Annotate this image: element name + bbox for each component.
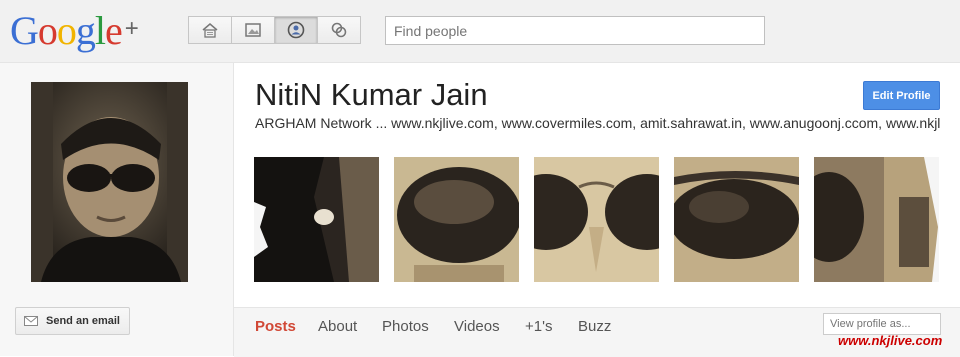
left-sidebar: Send an email [0,63,234,356]
home-icon [202,23,218,38]
logo-letter: G [10,8,39,53]
photo-strip [254,157,940,282]
tab-about[interactable]: About [318,318,357,335]
logo-plus: + [124,15,139,42]
profile-name: NitiN Kumar Jain [255,77,488,112]
nav-profile-button[interactable] [274,16,318,44]
logo-letter: o [56,8,77,53]
logo-letter: l [94,8,106,53]
nav-photos-button[interactable] [231,16,275,44]
mail-icon [24,316,38,326]
tab-buzz[interactable]: Buzz [578,318,611,335]
profile-photo-thumbnail[interactable] [534,157,659,282]
nav-home-button[interactable] [188,16,232,44]
send-email-label: Send an email [46,315,120,327]
profile-photo-thumbnail[interactable] [814,157,939,282]
main-nav [188,16,361,44]
top-bar: Google + [0,0,960,63]
tab-photos[interactable]: Photos [382,318,429,335]
profile-icon [287,21,305,39]
tab-plus-ones[interactable]: +1's [525,318,552,335]
tab-videos[interactable]: Videos [454,318,500,335]
photo-image [534,157,659,282]
profile-photo-thumbnail[interactable] [674,157,799,282]
nav-circles-button[interactable] [317,16,361,44]
profile-avatar[interactable] [31,82,188,282]
send-email-button[interactable]: Send an email [15,307,130,335]
tab-posts[interactable]: Posts [255,318,296,335]
profile-tagline: ARGHAM Network ... www.nkjlive.com, www.… [255,115,940,131]
logo-letter: o [37,8,58,53]
profile-photo-thumbnail[interactable] [254,157,379,282]
photos-icon [245,23,261,37]
photo-image [674,157,799,282]
avatar-photo [31,82,188,282]
photo-image [254,157,379,282]
watermark: www.nkjlive.com [838,333,943,348]
photo-image [394,157,519,282]
view-profile-as-input[interactable] [823,313,941,335]
find-people-input[interactable] [385,16,765,45]
photo-image [814,157,939,282]
logo-letter: e [105,8,123,53]
google-plus-logo[interactable]: Google + [10,8,139,59]
circles-icon [331,22,347,38]
logo-letter: g [75,8,96,53]
profile-photo-thumbnail[interactable] [394,157,519,282]
edit-profile-button[interactable]: Edit Profile [863,81,940,110]
